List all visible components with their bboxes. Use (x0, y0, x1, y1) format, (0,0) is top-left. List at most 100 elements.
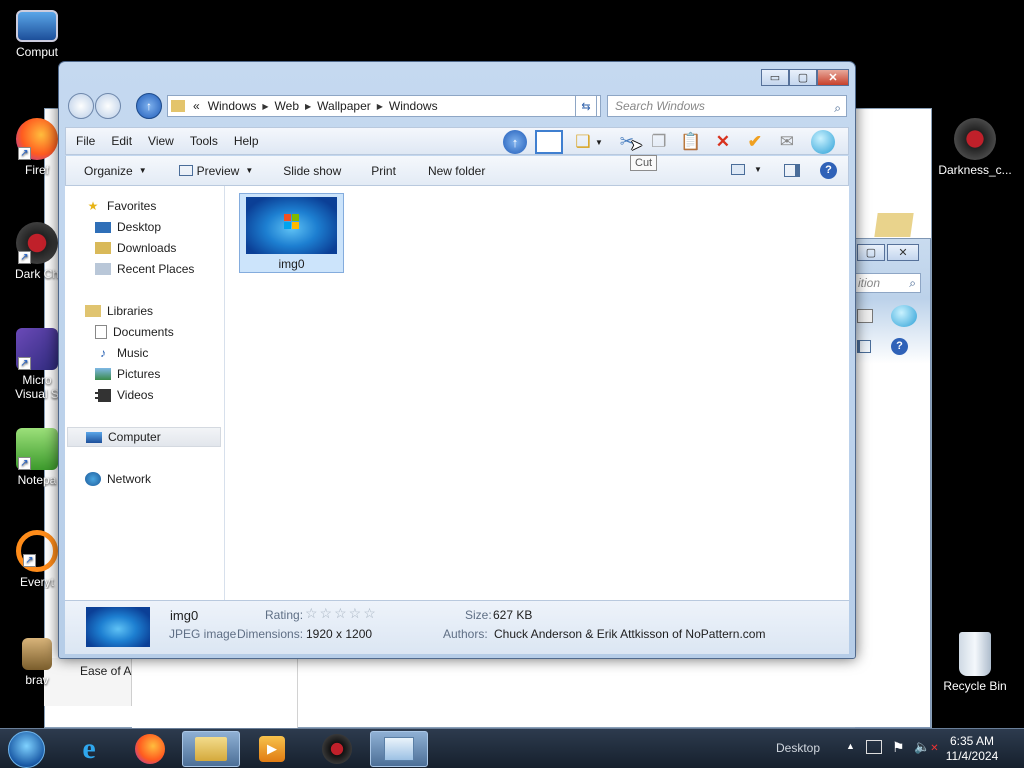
nav-videos[interactable]: Videos (95, 386, 153, 404)
chevron-down-icon: ▼ (245, 166, 254, 175)
taskbar: e ▶ Desktop ▲ ⚑ 🔈✕ 6:35 AM 11/4/2024 (0, 728, 1024, 768)
nav-pictures[interactable]: Pictures (95, 365, 160, 383)
copy-icon[interactable]: ❐ (647, 130, 671, 154)
darkness-icon (322, 734, 352, 764)
mail-icon[interactable] (857, 309, 873, 323)
darkness-icon (954, 118, 996, 160)
nav-downloads[interactable]: Downloads (95, 239, 176, 257)
control-panel-icon (384, 737, 414, 761)
views-icon[interactable]: ❑ (571, 130, 595, 154)
breadcrumb-windows[interactable]: Windows (204, 99, 261, 113)
nav-favorites[interactable]: ★ Favorites (85, 197, 157, 215)
properties-checkmark-icon[interactable]: ✔ (743, 130, 767, 154)
desktop-icon-computer[interactable]: Comput (0, 10, 74, 59)
volume-muted-icon[interactable]: 🔈✕ (914, 739, 939, 755)
details-filetype: JPEG image (169, 627, 237, 641)
firefox-icon: ↗ (16, 118, 58, 160)
mail-icon[interactable]: ✉ (775, 130, 799, 154)
breadcrumb-wallpaper[interactable]: Wallpaper (313, 99, 375, 113)
preview-pane-icon[interactable] (784, 164, 800, 177)
menu-bar: File Edit View Tools Help ↑ ❑ ▼ ✂ ❐ 📋 ✕ … (65, 127, 849, 155)
change-view-icon[interactable] (731, 164, 745, 175)
documents-icon (95, 325, 107, 339)
preview-button[interactable]: Preview ▼ (157, 164, 264, 178)
chevron-down-icon[interactable]: ▼ (754, 165, 762, 174)
breadcrumb-web[interactable]: Web (271, 99, 303, 113)
close-button[interactable]: ✕ (817, 69, 849, 86)
size-value: 627 KB (493, 608, 533, 622)
print-button[interactable]: Print (351, 164, 406, 178)
bg-maximize-button[interactable]: ▢ (857, 244, 885, 261)
globe-icon[interactable] (891, 305, 917, 327)
address-bar[interactable]: « Windows ▶ Web ▶ Wallpaper ▶ Windows ▼ (167, 95, 601, 117)
rating-stars[interactable]: ☆☆☆☆☆ (305, 605, 378, 622)
up-folder-icon[interactable]: ↑ (503, 130, 527, 154)
flag-icon[interactable]: ⚑ (892, 739, 905, 756)
taskbar-darkness[interactable] (308, 731, 366, 767)
chevron-up-icon[interactable]: ▲ (846, 741, 855, 751)
new-folder-button[interactable]: New folder (406, 164, 495, 178)
menu-view[interactable]: View (140, 134, 182, 148)
address-overflow[interactable]: « (189, 99, 204, 113)
computer-icon (86, 431, 102, 443)
delete-icon[interactable]: ✕ (711, 130, 735, 154)
paste-icon[interactable]: 📋 (679, 130, 703, 154)
downloads-icon (95, 242, 111, 254)
breadcrumb-separator-icon[interactable]: ▶ (375, 102, 385, 111)
minimize-button[interactable]: ▭ (761, 69, 789, 86)
network-tray-icon[interactable] (866, 740, 882, 754)
taskbar-media-player[interactable]: ▶ (243, 731, 301, 767)
clock[interactable]: 6:35 AM 11/4/2024 (936, 734, 1008, 764)
nav-desktop[interactable]: Desktop (95, 218, 161, 236)
nav-recent-places[interactable]: Recent Places (95, 260, 194, 278)
desktop-icon-recycle-bin[interactable]: Recycle Bin (937, 632, 1013, 693)
navigation-pane: ★ Favorites Desktop Downloads Recent Plac… (65, 186, 225, 600)
help-icon[interactable]: ? (820, 162, 837, 179)
help-icon[interactable]: ? (891, 338, 908, 355)
taskbar-explorer[interactable] (182, 731, 240, 767)
explorer-window[interactable]: ▭ ▢ ✕ ↑ « Windows ▶ Web ▶ Wallpaper ▶ Wi… (58, 61, 856, 659)
folders-pane-icon[interactable] (535, 130, 563, 154)
nav-network[interactable]: Network (85, 470, 151, 488)
breadcrumb-windows-current[interactable]: Windows (385, 99, 442, 113)
authors-value[interactable]: Chuck Anderson & Erik Attkisson of NoPat… (494, 627, 765, 641)
start-button[interactable] (8, 731, 45, 768)
menu-help[interactable]: Help (226, 134, 267, 148)
bg-search-input[interactable]: ition ⌕ (855, 273, 921, 293)
taskbar-firefox[interactable] (121, 731, 179, 767)
search-input[interactable]: Search Windows ⌕ (607, 95, 847, 117)
desktop-toolbar-label[interactable]: Desktop (776, 741, 820, 755)
breadcrumb-separator-icon[interactable]: ▶ (303, 102, 313, 111)
bg-close-button[interactable]: ✕ (887, 244, 919, 261)
chevron-down-icon[interactable]: ▼ (595, 138, 603, 147)
windows-logo-icon (284, 214, 300, 230)
organize-button[interactable]: Organize ▼ (66, 164, 157, 178)
maximize-button[interactable]: ▢ (789, 69, 817, 86)
breadcrumb-separator-icon[interactable]: ▶ (260, 102, 270, 111)
libraries-icon (85, 305, 101, 317)
nav-computer[interactable]: Computer (67, 427, 221, 447)
darkness-icon: ↗ (16, 222, 58, 264)
nav-music[interactable]: ♪ Music (95, 344, 148, 362)
refresh-button[interactable]: ⇆ (575, 95, 597, 117)
forward-button[interactable] (95, 93, 121, 119)
taskbar-internet-explorer[interactable]: e (60, 731, 118, 767)
menu-file[interactable]: File (66, 134, 103, 148)
menu-tools[interactable]: Tools (182, 134, 226, 148)
taskbar-control-panel[interactable] (370, 731, 428, 767)
ease-of-access-label[interactable]: Ease of Ac (80, 664, 137, 678)
globe-icon[interactable] (810, 130, 835, 154)
search-icon[interactable]: ⌕ (834, 98, 841, 118)
up-button[interactable]: ↑ (136, 93, 162, 119)
toolbar-icons: ↑ ❑ ▼ ✂ ❐ 📋 ✕ ✔ ✉ (503, 130, 843, 154)
recycle-bin-icon (959, 632, 991, 676)
preview-pane-icon[interactable] (857, 340, 871, 353)
slideshow-button[interactable]: Slide show (263, 164, 351, 178)
desktop-icon-darkness[interactable]: Darkness_c... (937, 118, 1013, 177)
menu-edit[interactable]: Edit (103, 134, 140, 148)
nav-libraries[interactable]: Libraries (85, 302, 153, 320)
nav-documents[interactable]: Documents (95, 323, 174, 341)
file-item[interactable]: img0 (239, 193, 344, 273)
file-list[interactable]: img0 (225, 186, 849, 600)
back-button[interactable] (68, 93, 94, 119)
